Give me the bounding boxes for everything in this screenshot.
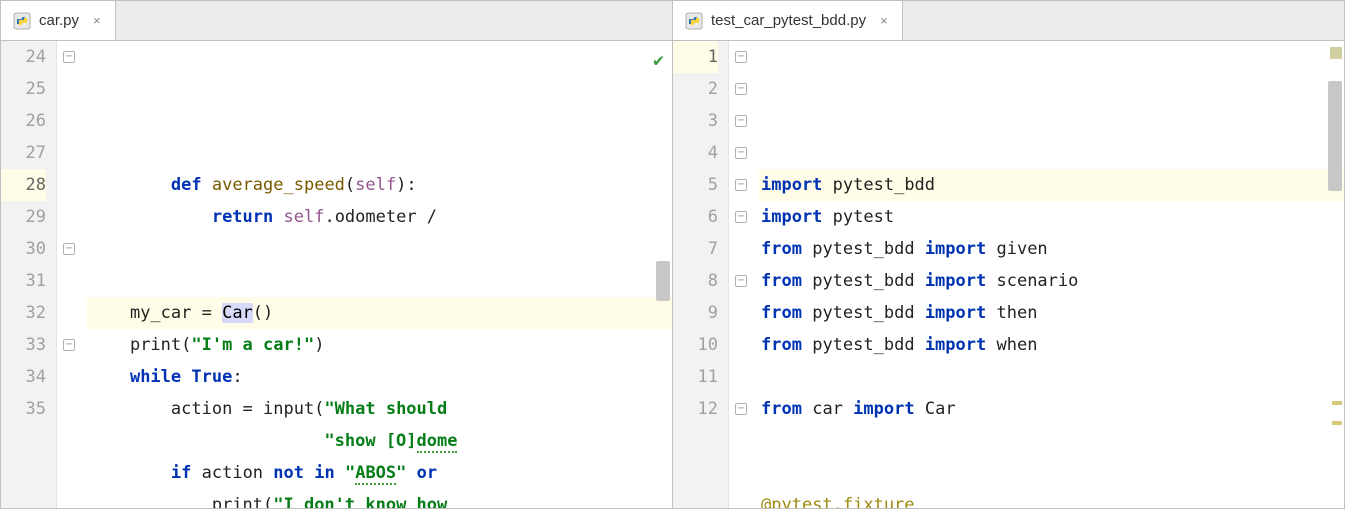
code-area-right[interactable]: import pytest_bddimport pytestfrom pytes… [759,41,1344,508]
code-area-left[interactable]: ✔ def average_speed(self): return self.o… [87,41,672,508]
line-number: 26 [1,105,46,137]
vertical-scrollbar[interactable] [656,261,670,301]
line-number: 6 [673,201,718,233]
line-number: 5 [673,169,718,201]
fold-toggle-icon[interactable]: − [735,115,747,127]
gutter-right: 123456789101112 [673,41,729,508]
line-number: 34 [1,361,46,393]
code-line[interactable]: print("I don't know how [87,489,672,508]
line-number: 1 [673,41,718,73]
line-number: 11 [673,361,718,393]
code-line[interactable]: "show [O]dome [87,425,672,457]
fold-toggle-icon[interactable]: − [735,147,747,159]
code-line[interactable]: my_car = Car() [87,297,672,329]
python-file-icon [13,12,31,30]
fold-toggle-icon[interactable]: − [735,83,747,95]
line-number: 27 [1,137,46,169]
tab-bar-left: car.py × [1,1,672,41]
code-line[interactable] [87,265,672,297]
code-line[interactable]: from pytest_bdd import scenario [759,265,1344,297]
line-number: 4 [673,137,718,169]
code-line[interactable]: import pytest [759,201,1344,233]
line-number: 24 [1,41,46,73]
line-number: 8 [673,265,718,297]
gutter-left: 242526272829303132333435 [1,41,57,508]
line-number: 9 [673,297,718,329]
code-line[interactable] [87,233,672,265]
line-number: 12 [673,393,718,425]
code-line[interactable]: from car import Car [759,393,1344,425]
line-number: 32 [1,297,46,329]
fold-column-right: − − − − − − − − [729,41,759,508]
close-tab-icon[interactable]: × [880,13,888,28]
code-line[interactable]: action = input("What should [87,393,672,425]
fold-toggle-icon[interactable]: − [735,403,747,415]
tab-label: car.py [39,12,79,29]
code-line[interactable]: @pytest.fixture [759,489,1344,508]
python-file-icon [685,12,703,30]
code-line[interactable]: return self.odometer / [87,201,672,233]
warning-marker [1332,401,1342,405]
fold-toggle-icon[interactable]: − [63,243,75,255]
close-tab-icon[interactable]: × [93,13,101,28]
code-line[interactable] [759,361,1344,393]
code-line[interactable]: def average_speed(self): [87,169,672,201]
code-line[interactable]: from pytest_bdd import then [759,297,1344,329]
inspection-ok-icon: ✔ [653,45,664,77]
warning-marker [1330,47,1342,59]
vertical-scrollbar[interactable] [1328,81,1342,191]
line-number: 10 [673,329,718,361]
code-line[interactable]: if action not in "ABOS" or [87,457,672,489]
code-line[interactable]: while True: [87,361,672,393]
line-number: 3 [673,105,718,137]
warning-marker [1332,421,1342,425]
code-editor-left[interactable]: 242526272829303132333435 − − − ✔ def avera… [1,41,672,508]
line-number: 29 [1,201,46,233]
line-number: 33 [1,329,46,361]
line-number: 30 [1,233,46,265]
tab-test-car-bdd[interactable]: test_car_pytest_bdd.py × [673,1,903,40]
tab-bar-right: test_car_pytest_bdd.py × [673,1,1344,41]
code-line[interactable]: from pytest_bdd import given [759,233,1344,265]
fold-toggle-icon[interactable]: − [735,51,747,63]
fold-column-left: − − − [57,41,87,508]
fold-toggle-icon[interactable]: − [63,51,75,63]
line-number: 35 [1,393,46,425]
line-number: 31 [1,265,46,297]
fold-toggle-icon[interactable]: − [735,211,747,223]
code-line[interactable]: print("I'm a car!") [87,329,672,361]
split-editor: car.py × 242526272829303132333435 −−− ✔ … [1,1,1344,508]
line-number: 25 [1,73,46,105]
code-line[interactable] [759,457,1344,489]
tab-label: test_car_pytest_bdd.py [711,12,866,29]
editor-pane-left: car.py × 242526272829303132333435 − − − ✔ … [1,1,673,508]
code-line[interactable] [759,425,1344,457]
fold-toggle-icon[interactable]: − [735,275,747,287]
code-editor-right[interactable]: 123456789101112 −−−−−−−− import pytest_b… [673,41,1344,508]
editor-pane-right: test_car_pytest_bdd.py × 123456789101112… [673,1,1344,508]
line-number: 2 [673,73,718,105]
tab-car-py[interactable]: car.py × [1,1,116,40]
line-number: 28 [1,169,46,201]
line-number: 7 [673,233,718,265]
code-line[interactable]: import pytest_bdd [759,169,1344,201]
fold-toggle-icon[interactable]: − [735,179,747,191]
code-line[interactable]: from pytest_bdd import when [759,329,1344,361]
fold-toggle-icon[interactable]: − [63,339,75,351]
